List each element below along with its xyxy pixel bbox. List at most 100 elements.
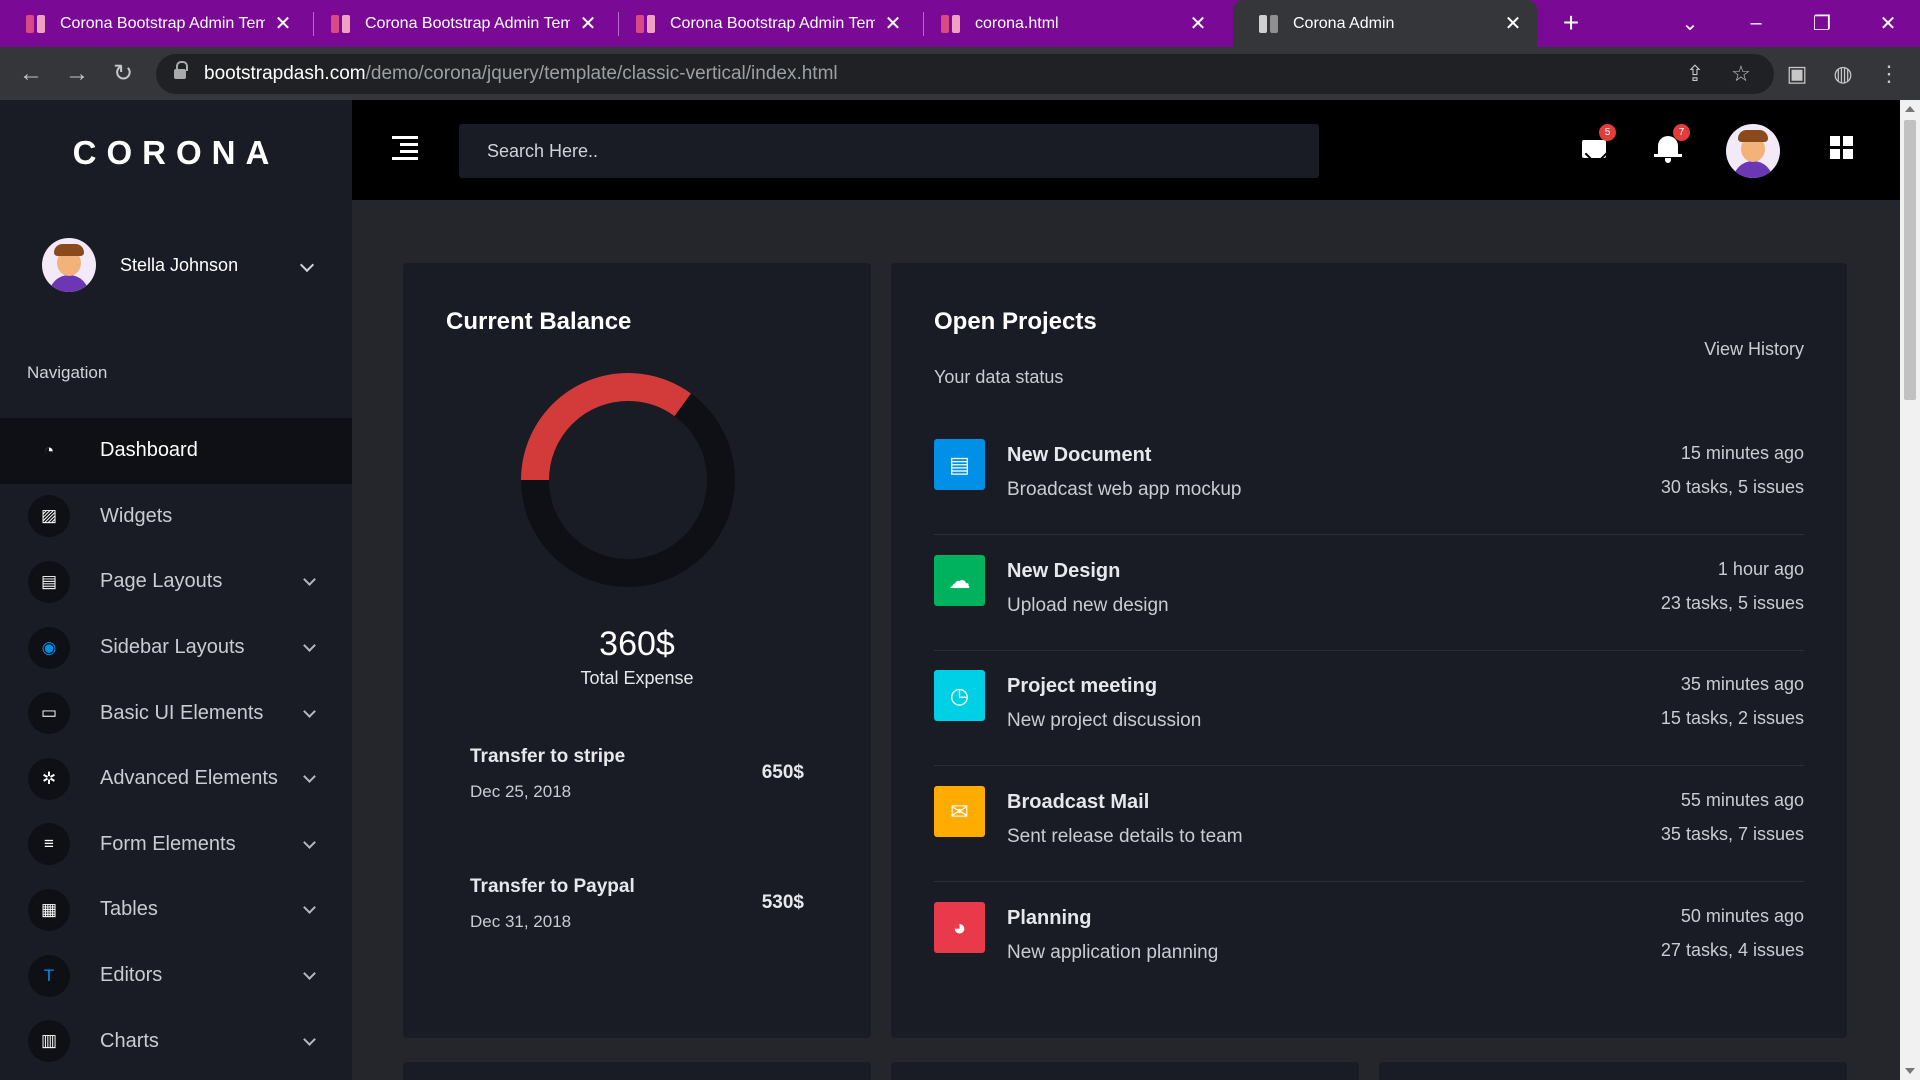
transaction-date: Dec 25, 2018 [470, 782, 572, 801]
browser-tab[interactable]: Corona Bootstrap Admin Temp ✕ [0, 0, 307, 47]
card-partial [891, 1062, 1359, 1080]
project-row[interactable]: ◕ Planning New application planning 50 m… [934, 882, 1804, 998]
sidebar-profile[interactable]: Stella Johnson [42, 238, 315, 292]
project-description: New project discussion [1007, 710, 1202, 731]
side-panel-icon[interactable]: ▣ [1782, 59, 1812, 89]
apps-grid-icon[interactable] [1830, 136, 1854, 160]
sidebar-item-page-layouts[interactable]: ▤ Page Layouts [0, 549, 352, 615]
sidebar-item-label: Page Layouts [100, 570, 223, 593]
project-time: 1 hour ago [1717, 559, 1804, 579]
close-icon[interactable]: ✕ [883, 11, 903, 36]
sidebar-item-form-elements[interactable]: ≡ Form Elements [0, 812, 352, 878]
chevron-down-icon[interactable] [303, 704, 316, 718]
tab-title: Corona Bootstrap Admin Temp [670, 14, 875, 32]
tab-title: Corona Admin [1293, 14, 1395, 32]
transaction-name: Transfer to Paypal [470, 876, 635, 897]
tab-title: Corona Bootstrap Admin Temp [365, 14, 570, 32]
current-balance-card: Current Balance 360$ Total Expense Trans… [403, 263, 871, 1038]
card-title: Open Projects [934, 308, 1097, 335]
profile-icon[interactable]: ◍ [1828, 59, 1858, 89]
tab-search-chevron-icon[interactable]: ⌄ [1660, 0, 1720, 47]
user-avatar[interactable] [1726, 124, 1780, 178]
url-field[interactable]: bootstrapdash.com/demo/corona/jquery/tem… [156, 54, 1774, 94]
browser-tab[interactable]: Corona Bootstrap Admin Temp ✕ [305, 0, 612, 47]
tab-title: Corona Bootstrap Admin Temp [60, 14, 265, 32]
back-arrow-icon[interactable]: ← [16, 59, 46, 89]
widgets-icon: ▨ [28, 495, 70, 538]
sidebar-item-widgets[interactable]: ▨ Widgets [0, 484, 352, 550]
project-row[interactable]: ☁ New Design Upload new design 1 hour ag… [934, 535, 1804, 651]
project-row[interactable]: ◷ Project meeting New project discussion… [934, 650, 1804, 766]
forward-arrow-icon[interactable]: → [62, 59, 92, 89]
project-row[interactable]: ✉ Broadcast Mail Sent release details to… [934, 766, 1804, 882]
project-name: Project meeting [1007, 675, 1158, 697]
browser-tab-bar: Corona Bootstrap Admin Temp ✕ Corona Boo… [0, 0, 1920, 47]
page-scrollbar[interactable] [1900, 100, 1920, 1080]
project-name: New Design [1007, 560, 1121, 582]
sidebar-item-dashboard[interactable]: ◔ Dashboard [0, 418, 352, 484]
search-input[interactable]: Search Here.. [459, 124, 1319, 178]
chevron-down-icon[interactable] [303, 573, 316, 587]
browser-tab-active[interactable]: Corona Admin ✕ [1233, 0, 1537, 47]
card-subtitle: Your data status [934, 367, 1064, 387]
close-icon[interactable]: ✕ [578, 11, 598, 36]
share-icon[interactable]: ⇪ [1680, 59, 1710, 89]
sidebar-item-sidebar-layouts[interactable]: ◉ Sidebar Layouts [0, 615, 352, 681]
view-history-link[interactable]: View History [1704, 339, 1804, 360]
project-name: Planning [1007, 907, 1092, 929]
chart-pie-icon: ◕ [934, 902, 985, 953]
transaction-amount: 650$ [761, 762, 804, 783]
sidebar-item-tables[interactable]: ▦ Tables [0, 877, 352, 943]
browser-address-bar: ← → ↻ bootstrapdash.com/demo/corona/jque… [0, 47, 1920, 100]
scroll-up-arrow-icon[interactable] [1905, 106, 1915, 112]
chevron-down-icon[interactable] [303, 1032, 316, 1046]
card-title: Current Balance [446, 308, 632, 335]
project-tasks: 30 tasks, 5 issues [1660, 477, 1804, 497]
minimize-icon[interactable]: – [1726, 0, 1786, 47]
sidebar-item-label: Dashboard [100, 439, 198, 462]
sidebar-item-editors[interactable]: T Editors [0, 943, 352, 1009]
browser-tab[interactable]: corona.html ✕ [915, 0, 1222, 47]
table-icon: ▦ [28, 888, 70, 931]
project-name: New Document [1007, 444, 1152, 466]
corona-favicon-icon [331, 14, 351, 34]
close-icon[interactable]: ✕ [273, 11, 293, 36]
close-icon[interactable]: ✕ [1503, 11, 1523, 36]
transaction-name: Transfer to stripe [470, 746, 626, 767]
page-favicon-icon [1259, 14, 1279, 34]
sidebar-nav: ◔ Dashboard ▨ Widgets ▤ Page Layouts ◉ S… [0, 418, 352, 1074]
browser-tab[interactable]: Corona Bootstrap Admin Temp ✕ [610, 0, 917, 47]
close-icon[interactable]: ✕ [1188, 11, 1208, 36]
bell-icon[interactable]: 7 [1652, 124, 1690, 164]
sidebar-item-advanced-elements[interactable]: ✲ Advanced Elements [0, 746, 352, 812]
bookmark-star-icon[interactable]: ☆ [1726, 59, 1756, 89]
sidebar-item-charts[interactable]: ▥ Charts [0, 1008, 352, 1074]
top-navbar: Search Here.. 5 7 [352, 100, 1900, 200]
sidebar-item-label: Widgets [100, 504, 173, 527]
sidebar-item-label: Charts [100, 1029, 159, 1052]
reload-icon[interactable]: ↻ [108, 59, 138, 89]
chevron-down-icon[interactable] [303, 770, 316, 784]
project-row[interactable]: ▤ New Document Broadcast web app mockup … [934, 419, 1804, 535]
project-description: Upload new design [1007, 595, 1169, 616]
transaction-item: Transfer to stripe Dec 25, 2018 650$ [470, 746, 804, 806]
restore-icon[interactable]: ❐ [1792, 0, 1852, 47]
project-tasks: 15 tasks, 2 issues [1660, 708, 1804, 728]
kebab-menu-icon[interactable]: ⋮ [1874, 59, 1904, 89]
card-partial [403, 1062, 871, 1080]
chevron-down-icon[interactable] [303, 901, 316, 915]
chevron-down-icon[interactable] [303, 835, 316, 849]
sidebar-item-basic-ui-elements[interactable]: ▭ Basic UI Elements [0, 680, 352, 746]
scrollbar-thumb[interactable] [1904, 120, 1916, 400]
brand-logo[interactable]: CORONA [0, 134, 352, 172]
window-close-icon[interactable]: ✕ [1858, 0, 1918, 47]
file-document-icon: ▤ [934, 439, 985, 490]
mail-icon[interactable]: 5 [1578, 124, 1616, 164]
avatar [42, 238, 96, 292]
chevron-down-icon[interactable] [303, 967, 316, 980]
scroll-down-arrow-icon[interactable] [1905, 1068, 1915, 1074]
new-tab-plus-icon[interactable]: + [1556, 8, 1586, 38]
menu-toggle-icon[interactable] [392, 136, 418, 160]
chevron-down-icon[interactable] [299, 257, 315, 273]
chevron-down-icon[interactable] [303, 639, 316, 652]
